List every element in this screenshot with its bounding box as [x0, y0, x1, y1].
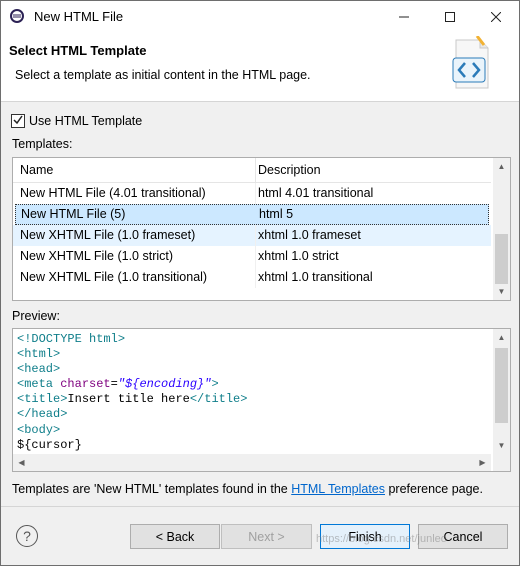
template-description: html 5 [259, 207, 294, 221]
scroll-down-icon[interactable]: ▼ [493, 437, 510, 454]
help-icon[interactable]: ? [16, 525, 38, 547]
scroll-left-icon[interactable]: ◀ [13, 454, 30, 471]
html-file-icon [450, 35, 494, 92]
footer-note: Templates are 'New HTML' templates found… [12, 482, 483, 496]
template-description: xhtml 1.0 transitional [258, 270, 373, 284]
dialog-window: New HTML File Select HTML Template Selec… [0, 0, 520, 566]
use-template-checkbox[interactable] [11, 114, 25, 128]
use-template-checkbox-row[interactable]: Use HTML Template [11, 114, 142, 128]
table-header: Name Description [13, 158, 491, 183]
scroll-down-icon[interactable]: ▼ [493, 283, 510, 300]
watermark: https://blog.csdn.net/junleo [316, 533, 447, 545]
back-button[interactable]: < Back [130, 524, 220, 549]
html-templates-link[interactable]: HTML Templates [291, 482, 385, 496]
banner-title: Select HTML Template [9, 43, 147, 58]
scroll-up-icon[interactable]: ▲ [493, 158, 510, 175]
templates-table[interactable]: Name Description New HTML File (4.01 tra… [12, 157, 511, 301]
template-description: xhtml 1.0 strict [258, 249, 339, 263]
wizard-banner: Select HTML Template Select a template a… [1, 32, 519, 102]
template-name: New XHTML File (1.0 frameset) [20, 228, 196, 242]
template-name: New HTML File (4.01 transitional) [20, 186, 206, 200]
preview-pane[interactable]: <!DOCTYPE html> <html> <head> <meta char… [12, 328, 511, 472]
title-bar: New HTML File [1, 1, 519, 32]
table-row[interactable]: New XHTML File (1.0 transitional) xhtml … [13, 267, 491, 288]
templates-scrollbar[interactable]: ▲ ▼ [493, 158, 510, 300]
preview-vertical-scrollbar[interactable]: ▲ ▼ [493, 329, 510, 454]
column-header-name[interactable]: Name [20, 163, 53, 177]
scroll-up-icon[interactable]: ▲ [493, 329, 510, 346]
banner-description: Select a template as initial content in … [15, 68, 311, 82]
table-row[interactable]: New HTML File (4.01 transitional) html 4… [13, 183, 491, 204]
scroll-thumb[interactable] [495, 348, 508, 423]
preview-code: <!DOCTYPE html> <html> <head> <meta char… [17, 332, 248, 452]
template-name: New XHTML File (1.0 transitional) [20, 270, 208, 284]
column-header-description[interactable]: Description [258, 163, 321, 177]
scroll-right-icon[interactable]: ▶ [474, 454, 491, 471]
templates-label: Templates: [12, 137, 73, 151]
scroll-thumb[interactable] [495, 234, 508, 284]
next-button[interactable]: Next > [221, 524, 312, 549]
template-name: New XHTML File (1.0 strict) [20, 249, 174, 263]
maximize-button[interactable] [427, 1, 473, 32]
preview-label: Preview: [12, 309, 60, 323]
preview-horizontal-scrollbar[interactable]: ◀ ▶ [13, 454, 491, 471]
template-description: html 4.01 transitional [258, 186, 374, 200]
separator [1, 506, 519, 507]
minimize-button[interactable] [381, 1, 427, 32]
window-title: New HTML File [34, 9, 124, 24]
template-description: xhtml 1.0 frameset [258, 228, 361, 242]
table-row[interactable]: New XHTML File (1.0 frameset) xhtml 1.0 … [13, 225, 491, 246]
table-row-selected[interactable]: New HTML File (5) html 5 [15, 204, 489, 225]
template-name: New HTML File (5) [21, 207, 126, 221]
eclipse-app-icon [10, 9, 24, 23]
close-button[interactable] [473, 1, 519, 32]
table-row[interactable]: New XHTML File (1.0 strict) xhtml 1.0 st… [13, 246, 491, 267]
use-template-label: Use HTML Template [29, 114, 143, 128]
